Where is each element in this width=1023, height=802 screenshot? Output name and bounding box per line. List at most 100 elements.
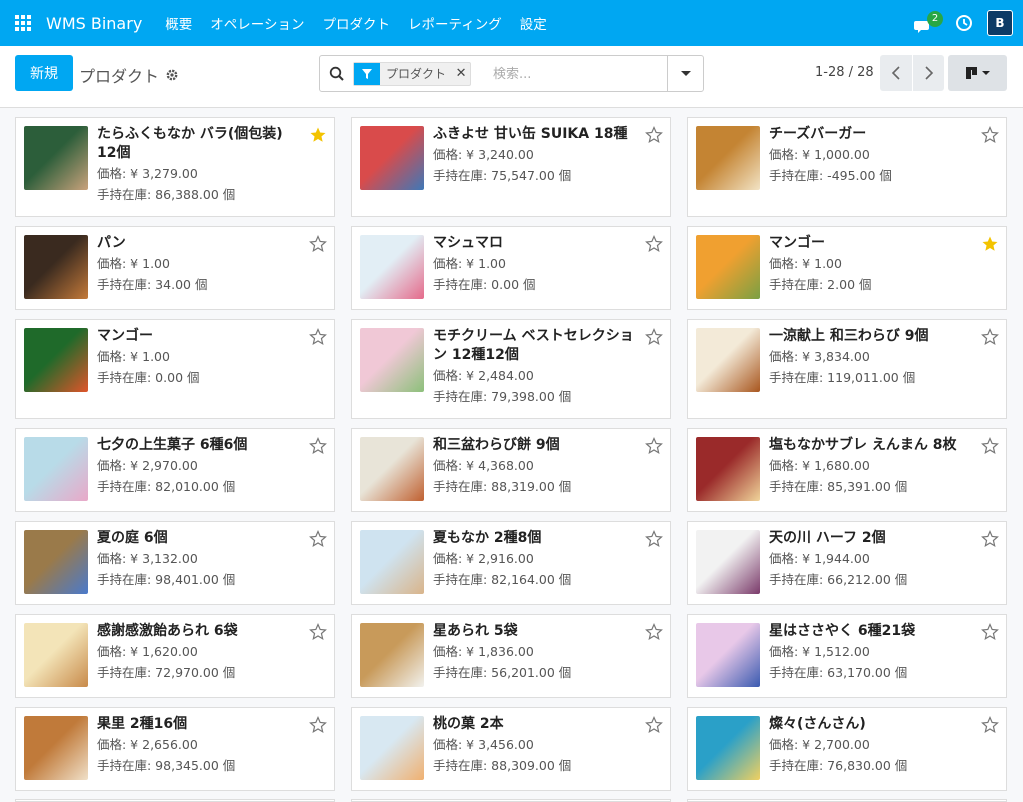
favorite-star-icon[interactable] — [645, 623, 663, 641]
menu-item-overview[interactable]: 概要 — [165, 13, 192, 33]
messaging-chat-icon[interactable]: 2 — [913, 10, 943, 36]
product-name[interactable]: 七夕の上生菓子 6種6個 — [97, 436, 304, 455]
product-card[interactable]: 七夕の上生菓子 6種6個 価格: ¥ 2,970.00 手持在庫: 82,010.0… — [15, 428, 335, 512]
favorite-star-icon[interactable] — [981, 235, 999, 253]
product-price: 価格: ¥ 1.00 — [769, 256, 842, 271]
product-name[interactable]: チーズバーガー — [769, 125, 976, 144]
pager-previous-button[interactable] — [880, 55, 912, 91]
product-name[interactable]: 夏もなか 2種8個 — [433, 529, 640, 548]
product-stock: 手持在庫: 56,201.00 個 — [433, 665, 572, 680]
product-card[interactable]: 感謝感激飴あられ 6袋 価格: ¥ 1,620.00 手持在庫: 72,970.00… — [15, 614, 335, 698]
product-image — [360, 716, 424, 780]
product-name[interactable]: 星はささやく 6種21袋 — [769, 622, 976, 641]
product-name[interactable]: マシュマロ — [433, 234, 640, 253]
product-card[interactable]: 和三盆わらび餅 9個 価格: ¥ 4,368.00 手持在庫: 88,319.00 … — [351, 428, 671, 512]
product-info: 夏もなか 2種8個 価格: ¥ 2,916.00 手持在庫: 82,164.00 個 — [433, 522, 670, 598]
product-card[interactable]: 塩もなかサブレ えんまん 8枚 価格: ¥ 1,680.00 手持在庫: 85,39… — [687, 428, 1007, 512]
favorite-star-icon[interactable] — [645, 126, 663, 144]
menu-item-reporting[interactable]: レポーティング — [408, 13, 502, 33]
activity-clock-icon[interactable] — [955, 14, 973, 32]
product-name[interactable]: 桃の菓 2本 — [433, 715, 640, 734]
view-switcher-button[interactable] — [948, 55, 1007, 91]
pager-value[interactable]: 1-28 / 28 — [815, 65, 874, 80]
favorite-star-icon[interactable] — [645, 235, 663, 253]
product-card[interactable]: 夏もなか 2種8個 価格: ¥ 2,916.00 手持在庫: 82,164.00 個 — [351, 521, 671, 605]
product-name[interactable]: マンゴー — [769, 234, 976, 253]
user-avatar[interactable]: B — [987, 10, 1013, 36]
product-stock: 手持在庫: 34.00 個 — [97, 277, 208, 292]
favorite-star-icon[interactable] — [309, 437, 327, 455]
product-info: 感謝感激飴あられ 6袋 価格: ¥ 1,620.00 手持在庫: 72,970.00… — [97, 615, 334, 691]
product-card[interactable]: パン 価格: ¥ 1.00 手持在庫: 34.00 個 — [15, 226, 335, 310]
product-name[interactable]: マンゴー — [97, 327, 304, 346]
product-card[interactable]: 星はささやく 6種21袋 価格: ¥ 1,512.00 手持在庫: 63,170.0… — [687, 614, 1007, 698]
favorite-star-icon[interactable] — [309, 716, 327, 734]
favorite-star-icon[interactable] — [981, 126, 999, 144]
product-name[interactable]: 果里 2種16個 — [97, 715, 304, 734]
product-card[interactable]: マシュマロ 価格: ¥ 1.00 手持在庫: 0.00 個 — [351, 226, 671, 310]
favorite-star-icon[interactable] — [981, 716, 999, 734]
product-card[interactable]: たらふくもなか バラ(個包装) 12個 価格: ¥ 3,279.00 手持在庫: 8… — [15, 117, 335, 217]
product-price: 価格: ¥ 2,484.00 — [433, 368, 534, 383]
menu-item-operations[interactable]: オペレーション — [210, 13, 304, 33]
product-name[interactable]: 夏の庭 6個 — [97, 529, 304, 548]
brand-name[interactable]: WMS Binary — [46, 14, 142, 33]
product-card[interactable]: 桃の菓 2本 価格: ¥ 3,456.00 手持在庫: 88,309.00 個 — [351, 707, 671, 791]
product-name[interactable]: 塩もなかサブレ えんまん 8枚 — [769, 436, 976, 455]
product-card[interactable]: モチクリーム ベストセレクション 12種12個価格: ¥ 2,484.00 手持在… — [351, 319, 671, 419]
product-price: 価格: ¥ 3,456.00 — [433, 737, 534, 752]
product-name[interactable]: 星あられ 5袋 — [433, 622, 640, 641]
product-stock: 手持在庫: 88,319.00 個 — [433, 479, 572, 494]
favorite-star-icon[interactable] — [309, 126, 327, 144]
product-name[interactable]: 燦々(さんさん) — [769, 715, 976, 734]
menu-item-products[interactable]: プロダクト — [323, 13, 391, 33]
favorite-star-icon[interactable] — [309, 235, 327, 253]
pager-next-button[interactable] — [912, 55, 944, 91]
product-card[interactable]: マンゴー 価格: ¥ 1.00 手持在庫: 0.00 個 — [15, 319, 335, 419]
gear-icon[interactable] — [165, 68, 179, 82]
product-info: パン 価格: ¥ 1.00 手持在庫: 34.00 個 — [97, 227, 334, 303]
favorite-star-icon[interactable] — [981, 530, 999, 548]
product-info: モチクリーム ベストセレクション 12種12個価格: ¥ 2,484.00 手持在… — [433, 320, 670, 415]
favorite-star-icon[interactable] — [645, 716, 663, 734]
new-button[interactable]: 新規 — [15, 55, 73, 91]
product-name[interactable]: モチクリーム ベストセレクション 12種12個 — [433, 327, 640, 365]
product-name[interactable]: 一涼献上 和三わらび 9個 — [769, 327, 976, 346]
favorite-star-icon[interactable] — [645, 530, 663, 548]
search-options-toggle[interactable] — [667, 56, 703, 91]
favorite-star-icon[interactable] — [981, 437, 999, 455]
product-card[interactable]: 果里 2種16個 価格: ¥ 2,656.00 手持在庫: 98,345.00 個 — [15, 707, 335, 791]
product-card[interactable]: 一涼献上 和三わらび 9個 価格: ¥ 3,834.00 手持在庫: 119,011… — [687, 319, 1007, 419]
favorite-star-icon[interactable] — [645, 437, 663, 455]
favorite-star-icon[interactable] — [309, 530, 327, 548]
facet-close-icon[interactable]: ✕ — [452, 63, 470, 85]
favorite-star-icon[interactable] — [981, 623, 999, 641]
product-name[interactable]: ふきよせ 甘い缶 SUIKA 18種 — [433, 125, 640, 144]
product-card[interactable]: 夏の庭 6個 価格: ¥ 3,132.00 手持在庫: 98,401.00 個 — [15, 521, 335, 605]
product-name[interactable]: 感謝感激飴あられ 6袋 — [97, 622, 304, 641]
apps-menu-icon[interactable] — [0, 0, 46, 46]
product-price: 価格: ¥ 3,132.00 — [97, 551, 198, 566]
product-card[interactable]: ふきよせ 甘い缶 SUIKA 18種 価格: ¥ 3,240.00 手持在庫: 75… — [351, 117, 671, 217]
product-card[interactable]: 燦々(さんさん) 価格: ¥ 2,700.00 手持在庫: 76,830.00 個 — [687, 707, 1007, 791]
product-name[interactable]: パン — [97, 234, 304, 253]
search-bar: プロダクト ✕ — [319, 55, 704, 92]
product-price: 価格: ¥ 1.00 — [97, 349, 170, 364]
product-card[interactable]: 星あられ 5袋 価格: ¥ 1,836.00 手持在庫: 56,201.00 個 — [351, 614, 671, 698]
favorite-star-icon[interactable] — [309, 328, 327, 346]
product-name[interactable]: 和三盆わらび餅 9個 — [433, 436, 640, 455]
product-card[interactable]: 天の川 ハーフ 2個 価格: ¥ 1,944.00 手持在庫: 66,212.00 … — [687, 521, 1007, 605]
search-input[interactable] — [493, 64, 663, 84]
favorite-star-icon[interactable] — [981, 328, 999, 346]
product-name[interactable]: たらふくもなか バラ(個包装) 12個 — [97, 125, 304, 163]
product-info: 塩もなかサブレ えんまん 8枚 価格: ¥ 1,680.00 手持在庫: 85,39… — [769, 429, 1006, 505]
product-card[interactable]: マンゴー 価格: ¥ 1.00 手持在庫: 2.00 個 — [687, 226, 1007, 310]
product-card[interactable]: チーズバーガー 価格: ¥ 1,000.00 手持在庫: -495.00 個 — [687, 117, 1007, 217]
product-info: 一涼献上 和三わらび 9個 価格: ¥ 3,834.00 手持在庫: 119,011… — [769, 320, 1006, 396]
menu-item-settings[interactable]: 設定 — [520, 13, 547, 33]
favorite-star-icon[interactable] — [645, 328, 663, 346]
product-name[interactable]: 天の川 ハーフ 2個 — [769, 529, 976, 548]
favorite-star-icon[interactable] — [309, 623, 327, 641]
product-stock: 手持在庫: 79,398.00 個 — [433, 389, 572, 404]
search-icon[interactable] — [329, 66, 345, 82]
